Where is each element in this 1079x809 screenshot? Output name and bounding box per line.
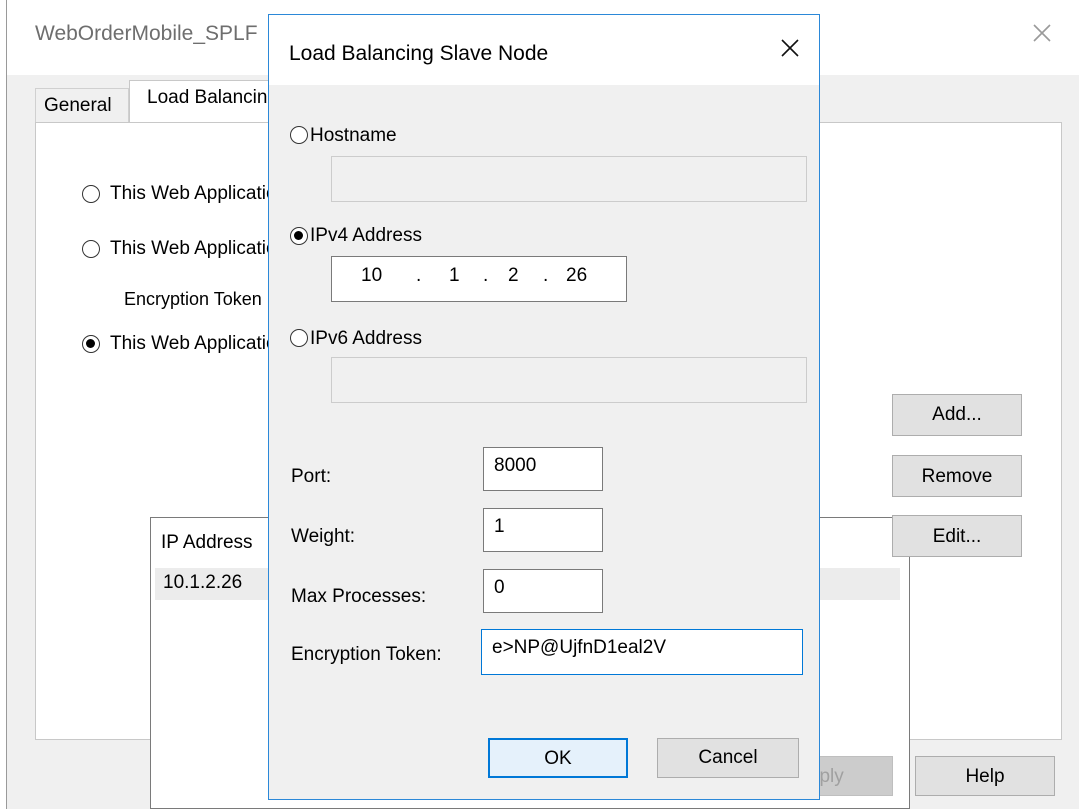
tab-general[interactable]: General — [35, 88, 129, 124]
ip-address-cell: 10.1.2.26 — [163, 572, 243, 593]
encryption-token-label: Encryption Token: — [291, 644, 442, 665]
ipv6-label: IPv6 Address — [310, 328, 422, 349]
app-mode-radio-1[interactable] — [82, 185, 100, 203]
dialog-titlebar: Load Balancing Slave Node — [269, 15, 819, 85]
app-mode-radio-2-label: This Web Application — [110, 238, 288, 259]
port-input[interactable]: 8000 — [483, 447, 603, 491]
hostname-label: Hostname — [310, 125, 397, 146]
hostname-input[interactable] — [331, 156, 807, 202]
ipv4-dot-2: . — [483, 265, 489, 286]
encryption-token-input[interactable]: e>NP@UjfnD1eal2V — [481, 629, 803, 675]
app-mode-radio-2[interactable] — [82, 240, 100, 258]
app-mode-radio-3-label: This Web Application — [110, 333, 288, 354]
dialog-title: Load Balancing Slave Node — [289, 42, 549, 65]
parent-encryption-token-label: Encryption Token — [124, 289, 262, 309]
ipv4-octet-4[interactable]: 26 — [566, 265, 587, 287]
edit-button-label: Edit... — [932, 526, 982, 547]
app-mode-radio-3[interactable] — [82, 335, 100, 353]
weight-input[interactable]: 1 — [483, 508, 603, 552]
ipv4-octet-2[interactable]: 1 — [449, 265, 460, 287]
ipv6-input[interactable] — [331, 357, 807, 403]
ipv4-octet-1[interactable]: 10 — [361, 265, 382, 287]
ipv4-dot-3: . — [543, 265, 549, 286]
ipv6-radio[interactable] — [290, 329, 308, 347]
port-label: Port: — [291, 466, 332, 487]
ipv4-dot-1: . — [416, 265, 422, 286]
tab-general-label: General — [44, 95, 112, 116]
ok-button-label: OK — [544, 748, 572, 769]
hostname-radio[interactable] — [290, 126, 308, 144]
help-button[interactable]: Help — [915, 756, 1055, 796]
close-icon[interactable] — [775, 33, 805, 63]
load-balancing-slave-node-dialog: Load Balancing Slave Node Hostname IPv4 … — [268, 14, 820, 800]
app-mode-radio-1-label: This Web Application — [110, 183, 288, 204]
cancel-button[interactable]: Cancel — [657, 738, 799, 778]
add-button[interactable]: Add... — [892, 394, 1022, 436]
close-icon[interactable] — [1025, 16, 1059, 50]
tab-load-balancing-label: Load Balancing — [147, 87, 278, 108]
cancel-button-label: Cancel — [698, 747, 758, 768]
ipv4-radio[interactable] — [290, 227, 308, 245]
edit-button[interactable]: Edit... — [892, 515, 1022, 557]
max-processes-label: Max Processes: — [291, 586, 427, 607]
ip-address-column-header[interactable]: IP Address — [161, 532, 253, 554]
weight-label: Weight: — [291, 526, 356, 547]
help-button-label: Help — [965, 766, 1005, 787]
remove-button-label: Remove — [921, 466, 993, 487]
ipv4-address-input[interactable]: 10 . 1 . 2 . 26 — [331, 256, 627, 302]
parent-window-title: WebOrderMobile_SPLF — [35, 22, 258, 45]
max-processes-input[interactable]: 0 — [483, 569, 603, 613]
ipv4-label: IPv4 Address — [310, 225, 422, 246]
ok-button[interactable]: OK — [488, 738, 628, 778]
remove-button[interactable]: Remove — [892, 455, 1022, 497]
ipv4-octet-3[interactable]: 2 — [508, 265, 519, 287]
add-button-label: Add... — [932, 404, 982, 425]
